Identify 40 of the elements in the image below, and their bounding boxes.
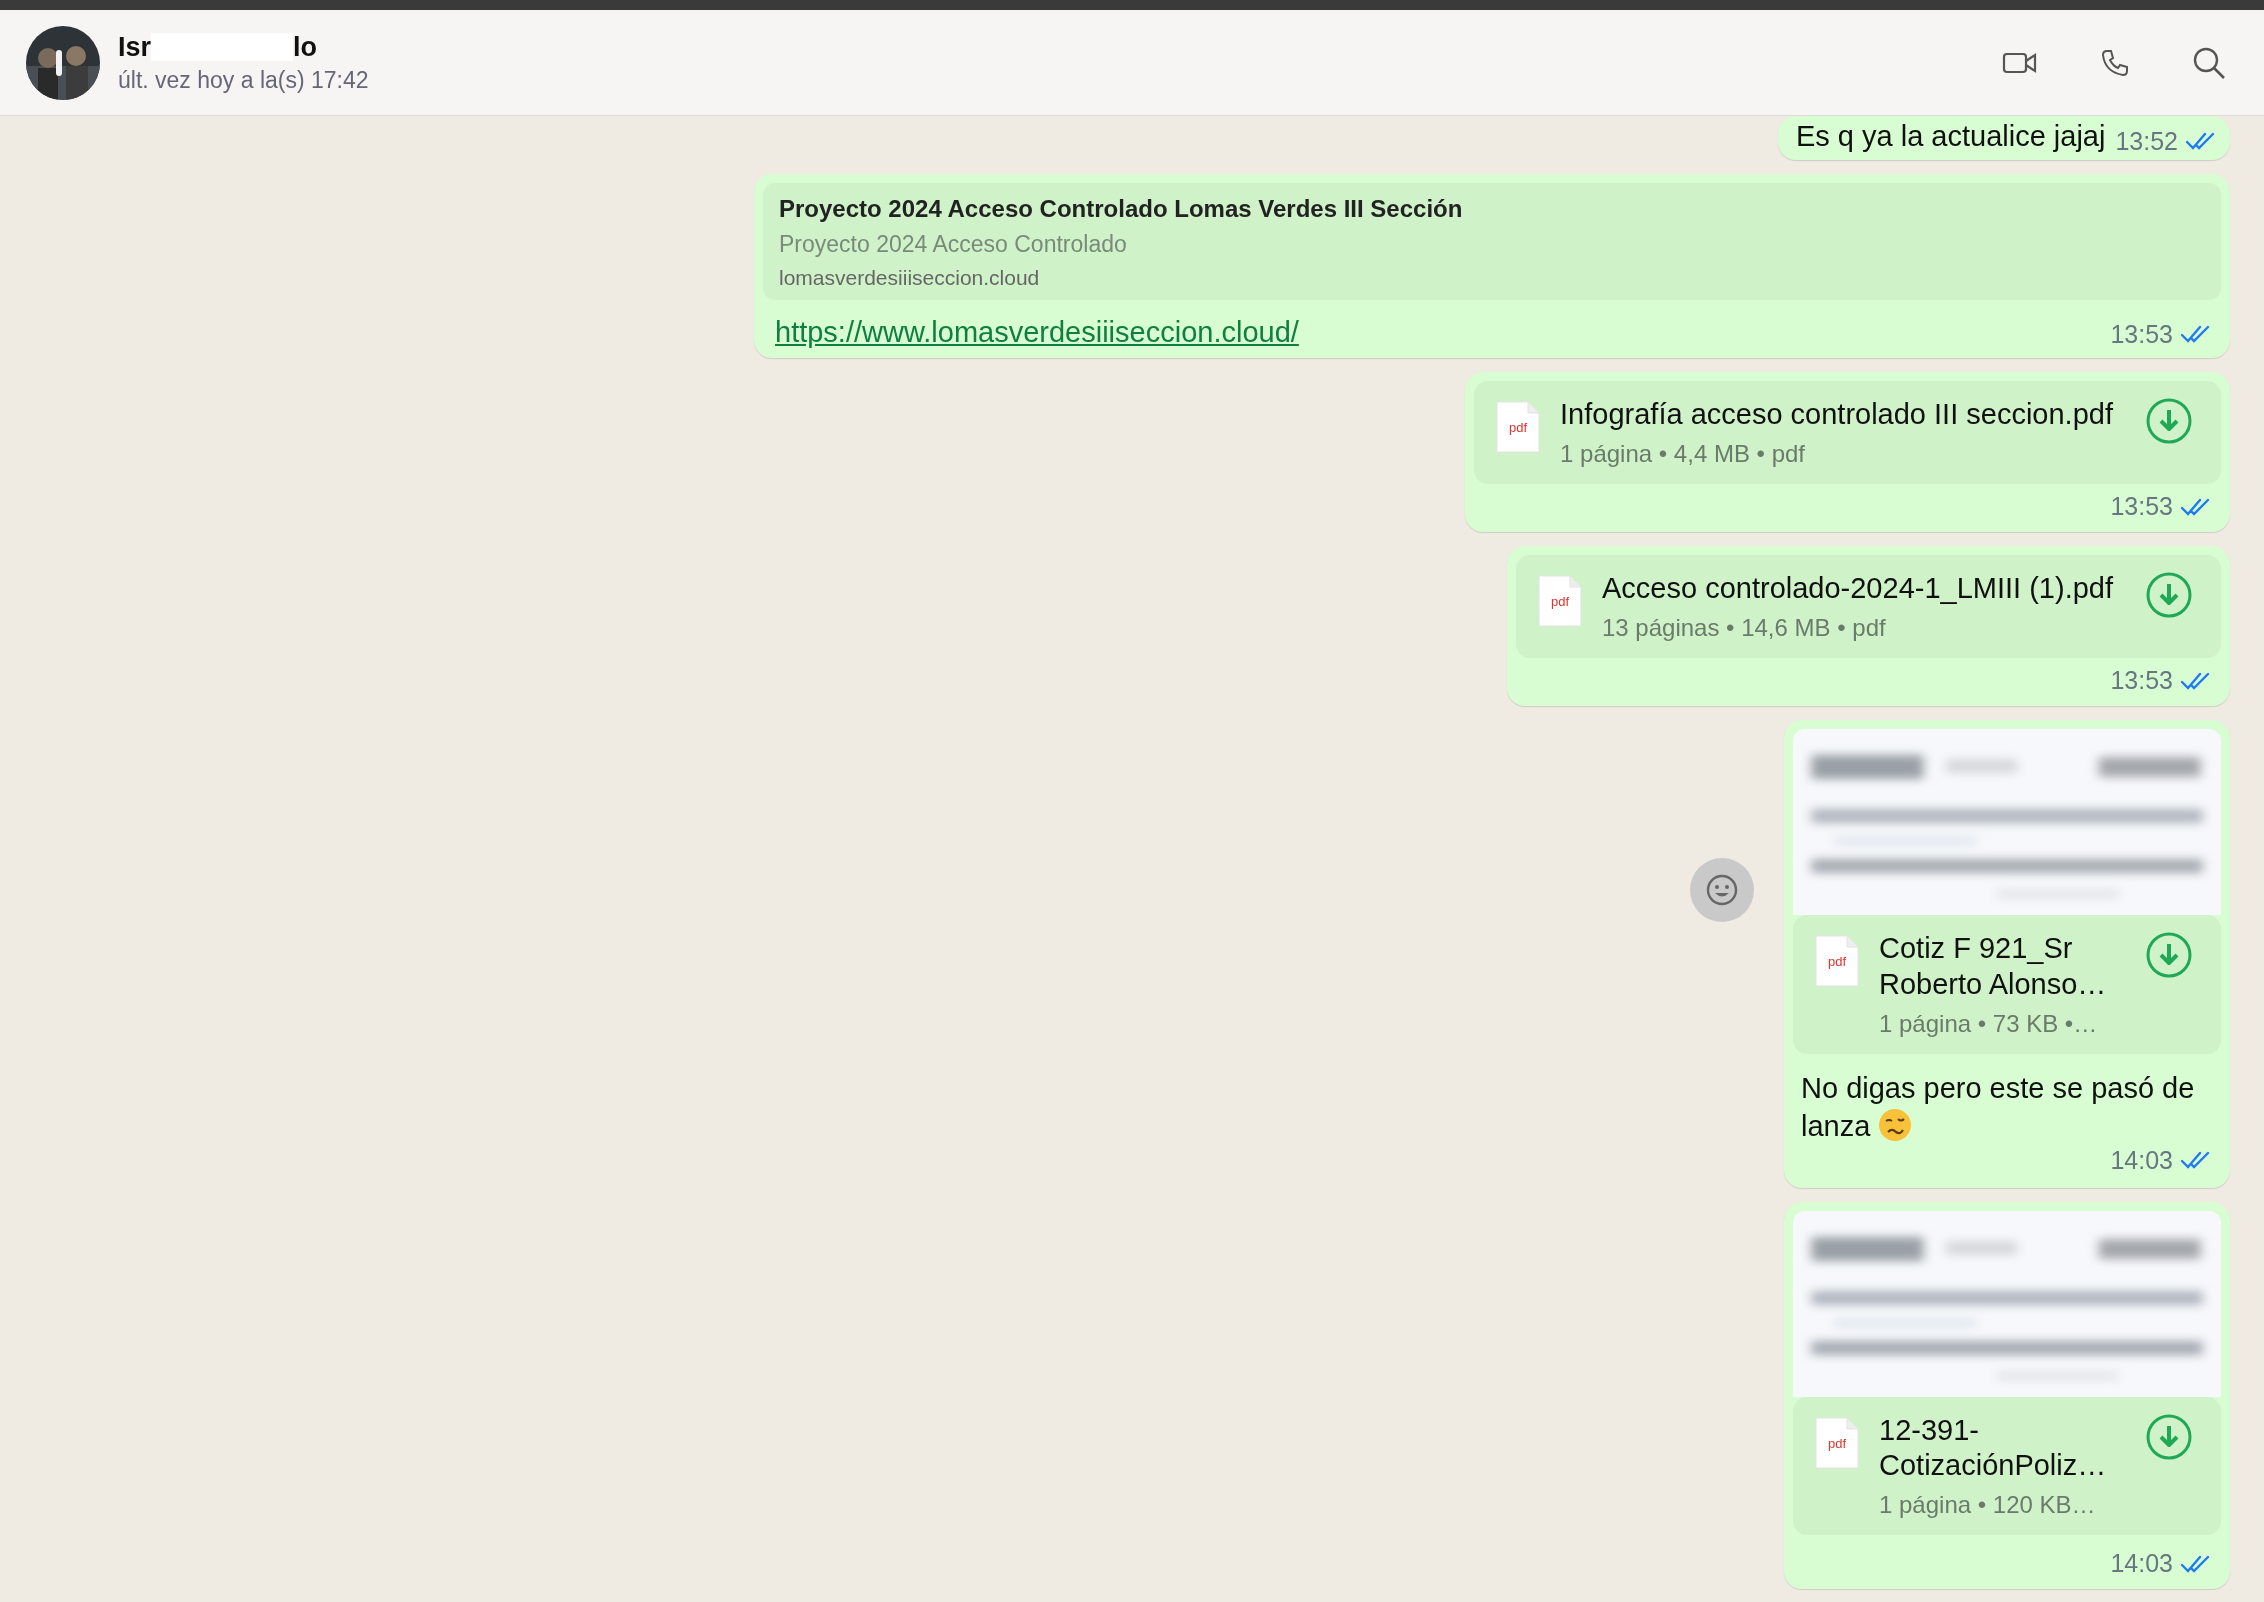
search-icon — [2192, 45, 2226, 80]
download-button[interactable] — [2145, 571, 2193, 620]
file-attachment[interactable]: pdf 12-391- CotizaciónPoliz… 1 página • 120 KB… — [1793, 1396, 2221, 1536]
pdf-file-icon: pdf — [1496, 400, 1541, 453]
file-attachment[interactable]: pdf Infografía acceso controlado III seccion.pdf 1 página • 4,4 MB • pdf — [1474, 380, 2221, 485]
download-button[interactable] — [2145, 931, 2193, 980]
woozy-face-icon — [1878, 1107, 1913, 1142]
file-name: 12-391- CotizaciónPoliz… — [1879, 1412, 2108, 1483]
file-name: Infografía acceso controlado III seccion.pdf — [1560, 396, 2113, 432]
file-name: Cotiz F 921_Sr Roberto Alonso… — [1879, 931, 2108, 1002]
message-time: 13:52 — [2115, 126, 2178, 156]
file-details: 1 página • 4,4 MB • pdf — [1560, 440, 1806, 469]
smiley-icon — [1705, 873, 1739, 908]
file-attachment[interactable]: pdf Cotiz F 921_Sr Roberto Alonso… 1 página • 73 KB •… — [1793, 915, 2221, 1055]
link-description: Proyecto 2024 Acceso Controlado — [779, 230, 1128, 258]
pdf-file-icon: pdf — [1815, 935, 1859, 988]
message-time: 13:53 — [2110, 492, 2173, 522]
message-text: Es q ya la actualice jajaj — [1795, 119, 2106, 154]
link-preview[interactable]: Proyecto 2024 Acceso Controlado Lomas Verdes III Sección Proyecto 2024 Acceso Controlado lomasverdesiiiseccion.cloud — [763, 182, 2221, 300]
last-seen-status: últ. vez hoy a la(s) 17:42 — [118, 66, 370, 94]
message-time: 14:03 — [2110, 1549, 2173, 1579]
pdf-file-icon: pdf — [1815, 1416, 1859, 1469]
contact-name: lo — [293, 31, 318, 63]
file-details: 1 página • 73 KB •… — [1879, 1010, 2099, 1039]
pdf-file-icon: pdf — [1538, 575, 1582, 628]
download-button[interactable] — [2145, 1412, 2193, 1461]
download-button[interactable] — [2145, 396, 2193, 445]
file-details: 13 páginas • 14,6 MB • pdf — [1602, 614, 1887, 643]
message-time: 13:53 — [2110, 319, 2173, 349]
file-name: Acceso controlado-2024-1_LMIII (1).pdf — [1602, 571, 2113, 607]
link-domain: lomasverdesiiiseccion.cloud — [779, 265, 1041, 290]
link-title: Proyecto 2024 Acceso Controlado Lomas Verdes III Sección — [779, 194, 1464, 223]
link[interactable]: https://www.lomasverdesiiiseccion.cloud/ — [775, 315, 1299, 349]
message-time: 13:53 — [2110, 666, 2173, 696]
contact-name: Isr — [118, 31, 152, 63]
phone-icon — [2100, 47, 2130, 78]
file-attachment[interactable]: pdf Acceso controlado-2024-1_LMIII (1).pdf 13 páginas • 14,6 MB • pdf — [1516, 555, 2221, 659]
message-text: No digas pero este se pasó de lanza — [1801, 1071, 2196, 1144]
message-time: 14:03 — [2110, 1145, 2173, 1175]
file-details: 1 página • 120 KB… — [1879, 1491, 2097, 1520]
